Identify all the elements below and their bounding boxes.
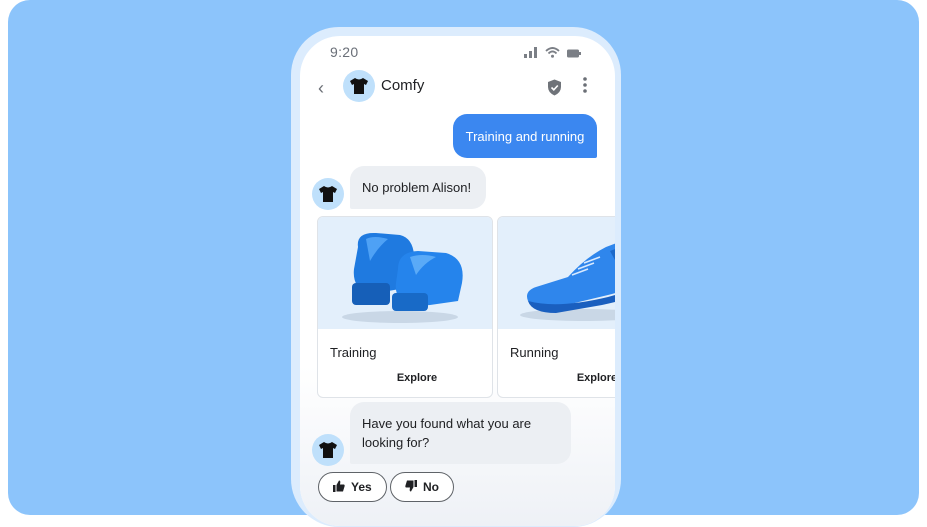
bot-avatar (343, 70, 375, 102)
bot-message-bubble: No problem Alison! (350, 166, 486, 209)
chat-title: Comfy (381, 77, 425, 94)
user-message-bubble: Training and running (453, 114, 597, 158)
card-label: Running (510, 345, 559, 360)
status-icons (524, 45, 581, 63)
category-card-running[interactable]: Running Explore (497, 216, 615, 398)
boxing-gloves-image (318, 217, 492, 329)
more-vert-icon[interactable] (582, 76, 588, 99)
explore-button[interactable]: Explore (318, 372, 492, 384)
phone-screen: 9:20 ‹ Comfy Training and running No pro… (300, 36, 615, 526)
quick-reply-label: No (423, 480, 439, 494)
shield-check-icon[interactable] (547, 79, 562, 101)
thumbs-down-icon (405, 479, 417, 495)
back-arrow-icon[interactable]: ‹ (318, 78, 324, 99)
card-label: Training (330, 345, 377, 360)
tshirt-icon (350, 78, 368, 94)
wifi-icon (545, 45, 560, 63)
thumbs-up-icon (333, 480, 345, 495)
battery-icon (567, 45, 581, 63)
tshirt-icon (319, 442, 337, 458)
quick-reply-yes[interactable]: Yes (318, 472, 387, 502)
quick-reply-label: Yes (351, 480, 372, 494)
running-shoe-image (498, 217, 615, 329)
tshirt-icon (319, 186, 337, 202)
category-card-training[interactable]: Training Explore (317, 216, 493, 398)
signal-icon (524, 45, 538, 63)
bot-message-bubble: Have you found what you are looking for? (350, 402, 571, 464)
bot-avatar (312, 178, 344, 210)
quick-reply-no[interactable]: No (390, 472, 454, 502)
status-time: 9:20 (330, 44, 359, 60)
bot-avatar (312, 434, 344, 466)
explore-button[interactable]: Explore (498, 372, 615, 384)
